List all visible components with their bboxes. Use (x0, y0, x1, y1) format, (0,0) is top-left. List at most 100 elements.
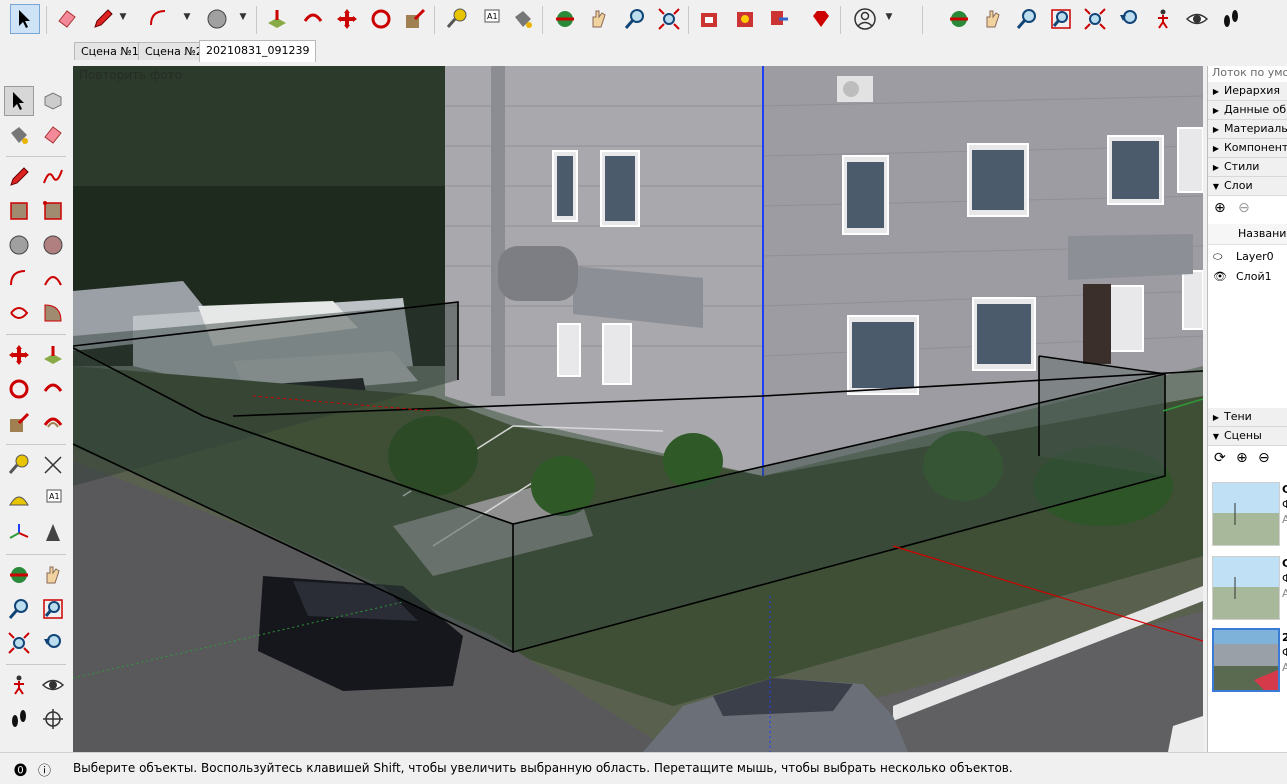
panel-outliner[interactable]: ▶ Иерархия (1208, 82, 1287, 101)
add-layer-icon[interactable]: ⊕ (1214, 200, 1226, 216)
chevron-down-icon[interactable]: ▼ (884, 10, 894, 24)
section-plane-icon[interactable] (38, 704, 68, 734)
rotate-icon[interactable] (366, 4, 396, 34)
zoom-icon-2[interactable] (1012, 4, 1042, 34)
follow-me-icon[interactable] (38, 374, 68, 404)
panel-scenes[interactable]: ▼ Сцены (1208, 427, 1287, 446)
previous-view-icon[interactable] (1114, 4, 1144, 34)
push-pull-icon[interactable] (38, 340, 68, 370)
panel-components[interactable]: ▶Компоненты (1208, 139, 1287, 158)
arc-icon[interactable] (144, 4, 174, 34)
photo-overlay-label[interactable]: Повторить фото (79, 68, 182, 82)
zoom-icon[interactable] (620, 4, 650, 34)
make-component-icon[interactable] (38, 86, 68, 116)
three-point-arc-icon[interactable] (4, 298, 34, 328)
paint-bucket-icon[interactable] (508, 4, 538, 34)
remove-layer-icon[interactable]: ⊖ (1238, 200, 1250, 216)
eye-hidden-icon[interactable]: ⬭ (1213, 247, 1222, 267)
tape-measure-icon[interactable] (442, 4, 472, 34)
zoom-window-icon[interactable] (38, 594, 68, 624)
viewport-3d[interactable]: Повторить фото (73, 66, 1203, 752)
info-icon[interactable]: ⓘ (38, 760, 51, 779)
polygon-icon[interactable] (38, 230, 68, 260)
zoom-extents-icon-2[interactable] (1080, 4, 1110, 34)
circle-icon[interactable] (4, 230, 34, 260)
paint-bucket-icon[interactable] (4, 120, 34, 150)
text-icon[interactable]: A1 (476, 4, 506, 34)
panel-entity-info[interactable]: ▶ Данные об (1208, 101, 1287, 120)
scene-thumbnail[interactable]: С (1212, 482, 1280, 546)
move-icon[interactable] (4, 340, 34, 370)
user-account-icon[interactable] (850, 4, 880, 34)
select-tool-icon[interactable] (10, 4, 40, 34)
refresh-scene-icon[interactable]: ⟳ (1214, 450, 1226, 466)
look-around-icon[interactable] (1182, 4, 1212, 34)
arc-icon[interactable] (4, 264, 34, 294)
tab-scene-photo[interactable]: 20210831_091239 (199, 40, 317, 62)
previous-view-icon[interactable] (38, 628, 68, 658)
svg-text:A1: A1 (487, 12, 498, 21)
panel-layers[interactable]: ▼ Слои (1208, 177, 1287, 196)
pan-icon[interactable] (584, 4, 614, 34)
layer-row[interactable]: 👁 Слой1 (1208, 267, 1287, 287)
dimension-icon[interactable] (38, 450, 68, 480)
rectangle-icon[interactable] (4, 196, 34, 226)
zoom-extents-icon[interactable] (4, 628, 34, 658)
eye-visible-icon[interactable]: 👁 (1213, 267, 1227, 287)
layers-name-column[interactable]: Название (1238, 227, 1287, 240)
axes-icon[interactable] (4, 518, 34, 548)
zoom-extents-icon[interactable] (654, 4, 684, 34)
panel-shadows[interactable]: ▶ Тени (1208, 408, 1287, 427)
position-camera-icon[interactable] (4, 670, 34, 700)
ruby-icon[interactable] (806, 4, 836, 34)
orbit-icon-2[interactable] (944, 4, 974, 34)
scene-thumbnail[interactable] (1212, 556, 1280, 620)
chevron-down-icon[interactable]: ▼ (182, 10, 192, 24)
zoom-window-icon[interactable] (1046, 4, 1076, 34)
scale-icon[interactable] (400, 4, 430, 34)
pencil-icon[interactable] (88, 4, 118, 34)
follow-me-icon[interactable] (298, 4, 328, 34)
select-tool-icon[interactable] (4, 86, 34, 116)
add-scene-icon[interactable]: ⊕ (1236, 450, 1248, 466)
warehouse-icon[interactable] (694, 4, 724, 34)
remove-scene-icon[interactable]: ⊖ (1258, 450, 1270, 466)
freehand-icon[interactable] (38, 162, 68, 192)
offset-icon[interactable] (38, 408, 68, 438)
tape-measure-icon[interactable] (4, 450, 34, 480)
tab-scene-1[interactable]: Сцена №1 (74, 42, 146, 60)
scene-thumbnail-selected[interactable] (1212, 628, 1280, 692)
walk-icon[interactable] (1216, 4, 1246, 34)
zoom-icon[interactable] (4, 594, 34, 624)
rotated-rectangle-icon[interactable] (38, 196, 68, 226)
orbit-icon[interactable] (4, 560, 34, 590)
text-icon[interactable]: A1 (38, 484, 68, 514)
scene-tabs: Сцена №1 Сцена №2 20210831_091239 (0, 40, 1287, 62)
geolocation-icon[interactable]: ⓿ (14, 760, 27, 779)
look-around-icon[interactable] (38, 670, 68, 700)
position-camera-icon[interactable] (1148, 4, 1178, 34)
share-model-icon[interactable] (764, 4, 794, 34)
3d-text-icon[interactable] (38, 518, 68, 548)
layer-row[interactable]: ⬭ Layer0 (1208, 247, 1287, 267)
eraser-icon[interactable] (52, 4, 82, 34)
protractor-icon[interactable] (4, 484, 34, 514)
pan-icon[interactable] (38, 560, 68, 590)
orbit-icon[interactable] (550, 4, 580, 34)
panel-materials[interactable]: ▶ Материалы (1208, 120, 1287, 139)
rotate-icon[interactable] (4, 374, 34, 404)
push-pull-icon[interactable] (262, 4, 292, 34)
circle-icon[interactable] (202, 4, 232, 34)
walk-icon[interactable] (4, 704, 34, 734)
extension-warehouse-icon[interactable] (730, 4, 760, 34)
pencil-icon[interactable] (4, 162, 34, 192)
chevron-down-icon[interactable]: ▼ (118, 10, 128, 24)
two-point-arc-icon[interactable] (38, 264, 68, 294)
chevron-down-icon[interactable]: ▼ (238, 10, 248, 24)
move-icon[interactable] (332, 4, 362, 34)
pan-icon-2[interactable] (978, 4, 1008, 34)
panel-styles[interactable]: ▶ Стили (1208, 158, 1287, 177)
eraser-icon[interactable] (38, 120, 68, 150)
scale-icon[interactable] (4, 408, 34, 438)
pie-icon[interactable] (38, 298, 68, 328)
